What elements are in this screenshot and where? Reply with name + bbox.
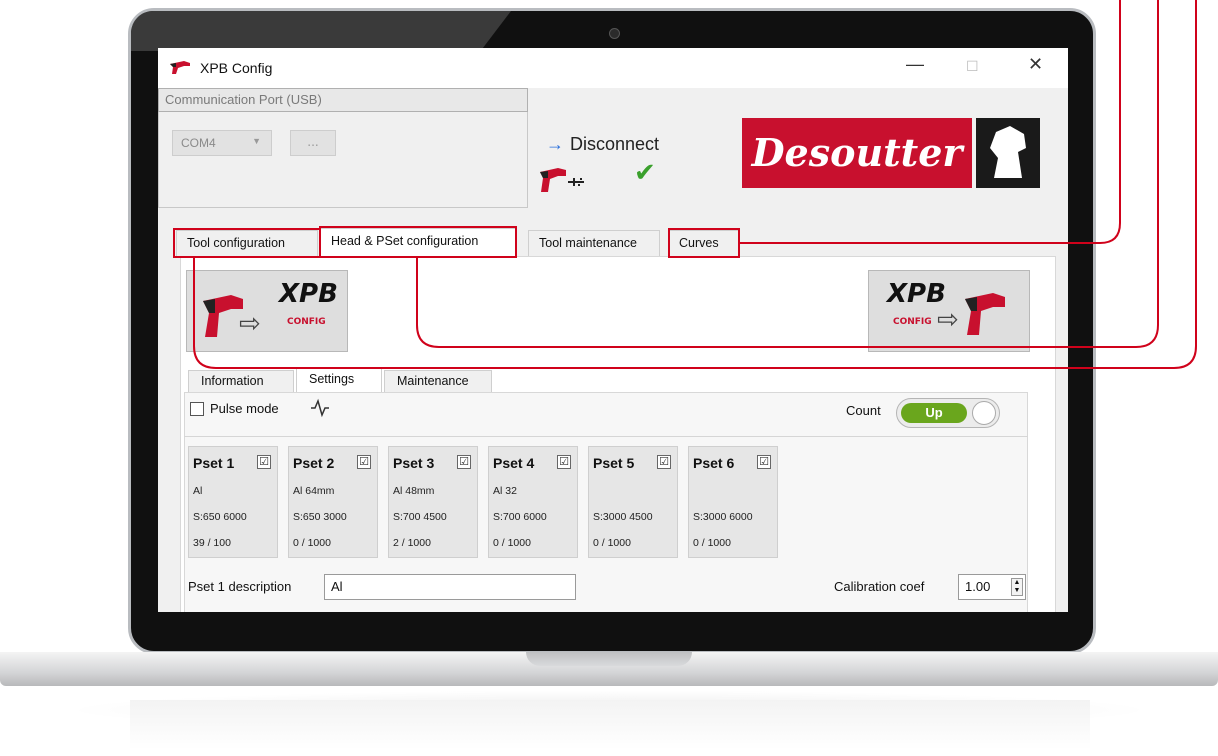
close-button[interactable]: ✕ (1028, 54, 1043, 75)
calibration-spinner[interactable]: 1.00 ▲ ▼ (958, 574, 1026, 600)
tab-tool-maintenance[interactable]: Tool maintenance (528, 230, 660, 256)
pset-count: 2 / 1000 (393, 537, 431, 549)
communication-group-title: Communication Port (USB) (158, 88, 528, 112)
count-toggle[interactable]: Up (896, 398, 1000, 428)
pset-description: Al (193, 485, 203, 497)
calibration-label: Calibration coef (834, 579, 925, 594)
pset-enabled-checkbox[interactable]: ☑ (457, 455, 471, 469)
disconnect-label: Disconnect (570, 134, 660, 154)
tool-icon (965, 293, 1005, 335)
app-window: XPB Config — ☐ ✕ Communication Port (USB… (158, 48, 1068, 612)
maximize-button[interactable]: ☐ (966, 58, 979, 75)
browse-button[interactable]: ... (290, 130, 336, 156)
pset-name: Pset 6 (693, 455, 735, 471)
pset-card[interactable]: Pset 1 ☑ Al S:650 6000 39 / 100 (188, 446, 278, 558)
pset-count: 39 / 100 (193, 537, 231, 549)
count-label: Count (846, 403, 881, 418)
pset-enabled-checkbox[interactable]: ☑ (557, 455, 571, 469)
webcam-icon (609, 28, 620, 39)
arrow-right-icon: ⇨ (239, 309, 261, 339)
pset-count: 0 / 1000 (493, 537, 531, 549)
xpb-to-config-button[interactable]: ⇨ XPB CONFIG (186, 270, 348, 352)
pset-name: Pset 3 (393, 455, 435, 471)
pset-card[interactable]: Pset 2 ☑ Al 64mm S:650 3000 0 / 1000 (288, 446, 378, 558)
count-toggle-value: Up (901, 403, 967, 423)
subtab-information[interactable]: Information (188, 370, 294, 392)
pset-card[interactable]: Pset 4 ☑ Al 32 S:700 6000 0 / 1000 (488, 446, 578, 558)
pset-speed: S:700 4500 (393, 511, 447, 523)
pset-description-input[interactable]: Al (324, 574, 576, 600)
pset-enabled-checkbox[interactable]: ☑ (757, 455, 771, 469)
highlight-tool-configuration (173, 228, 321, 258)
config-to-xpb-button[interactable]: XPB CONFIG ⇨ (868, 270, 1030, 352)
arrow-right-icon: ⇨ (937, 305, 959, 335)
window-title: XPB Config (200, 60, 273, 76)
pset-speed: S:650 6000 (193, 511, 247, 523)
spinner-arrows-icon[interactable]: ▲ ▼ (1011, 578, 1023, 596)
pulse-wave-icon (311, 398, 329, 418)
pset-name: Pset 2 (293, 455, 335, 471)
divider (184, 436, 1028, 437)
pset-count: 0 / 1000 (693, 537, 731, 549)
chevron-down-icon: ▼ (252, 136, 261, 146)
pset-card[interactable]: Pset 5 ☑ S:3000 4500 0 / 1000 (588, 446, 678, 558)
subtab-maintenance[interactable]: Maintenance (384, 370, 492, 392)
arrow-right-icon: → (546, 134, 564, 154)
laptop-notch (526, 652, 692, 666)
com-port-select[interactable]: COM4 ▼ (172, 130, 272, 156)
desoutter-logo: Desoutter (742, 118, 972, 188)
pset-name: Pset 4 (493, 455, 535, 471)
connected-check-icon: ✔ (634, 158, 656, 188)
pset-name: Pset 1 (193, 455, 235, 471)
pulse-mode-label: Pulse mode (210, 401, 279, 416)
config-label: CONFIG (287, 317, 326, 327)
pset-card[interactable]: Pset 6 ☑ S:3000 6000 0 / 1000 (688, 446, 778, 558)
pset-enabled-checkbox[interactable]: ☑ (357, 455, 371, 469)
tool-usb-icon (540, 168, 584, 192)
disconnect-link[interactable]: → Disconnect (546, 134, 659, 155)
pset-name: Pset 5 (593, 455, 635, 471)
pset-enabled-checkbox[interactable]: ☑ (257, 455, 271, 469)
pset-description: Al 64mm (293, 485, 335, 497)
pset-speed: S:700 6000 (493, 511, 547, 523)
highlight-head-pset-configuration (319, 226, 517, 258)
pset-description-label: Pset 1 description (188, 579, 292, 594)
horse-logo-icon (976, 118, 1040, 188)
laptop-reflection (130, 700, 1090, 750)
highlight-curves (668, 228, 740, 258)
pset-description: Al 32 (493, 485, 517, 497)
pset-count: 0 / 1000 (293, 537, 331, 549)
pset-speed: S:650 3000 (293, 511, 347, 523)
com-port-value: COM4 (181, 136, 216, 150)
screen-glare (131, 11, 511, 51)
pulse-mode-checkbox[interactable] (190, 402, 204, 416)
calibration-value: 1.00 (965, 579, 991, 594)
pset-speed: S:3000 4500 (593, 511, 653, 523)
pset-enabled-checkbox[interactable]: ☑ (657, 455, 671, 469)
tool-app-icon (170, 61, 190, 74)
xpb-label: XPB (279, 279, 338, 309)
title-bar: XPB Config — ☐ ✕ (158, 48, 1068, 88)
pset-card[interactable]: Pset 3 ☑ Al 48mm S:700 4500 2 / 1000 (388, 446, 478, 558)
subtab-settings[interactable]: Settings (296, 368, 382, 394)
toggle-knob (972, 401, 996, 425)
pset-speed: S:3000 6000 (693, 511, 753, 523)
config-label: CONFIG (893, 317, 932, 327)
pset-count: 0 / 1000 (593, 537, 631, 549)
pset-description: Al 48mm (393, 485, 435, 497)
minimize-button[interactable]: — (906, 54, 924, 75)
